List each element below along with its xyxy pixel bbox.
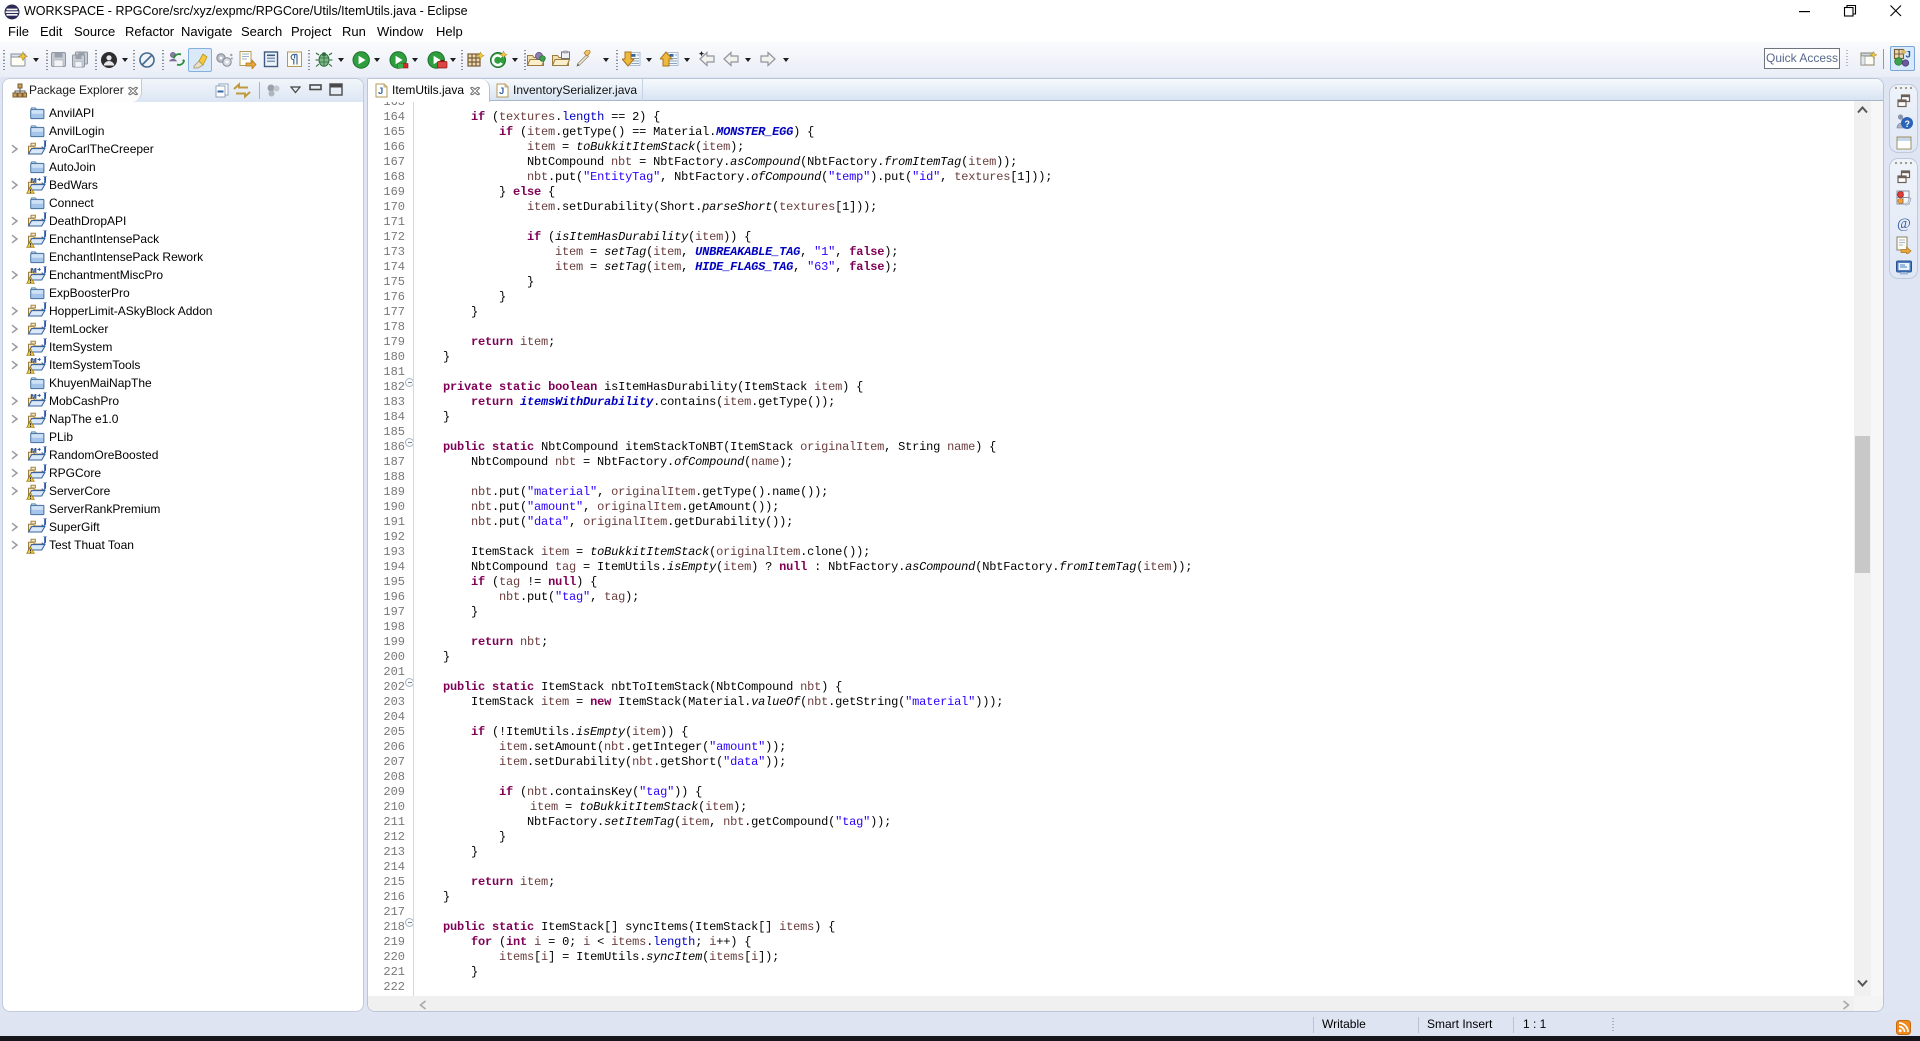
svg-text:M: M bbox=[31, 266, 37, 275]
svg-text:M: M bbox=[31, 356, 37, 365]
svg-text:M: M bbox=[31, 176, 37, 185]
svg-text:J: J bbox=[41, 536, 47, 547]
svg-text:J: J bbox=[41, 446, 47, 457]
svg-text:?: ? bbox=[1905, 119, 1911, 129]
svg-text:J: J bbox=[41, 140, 47, 151]
svg-text:@: @ bbox=[1897, 216, 1911, 231]
svg-text:J: J bbox=[499, 86, 504, 97]
svg-text:J: J bbox=[41, 410, 47, 421]
svg-text:J: J bbox=[41, 482, 47, 493]
svg-text:J: J bbox=[41, 392, 47, 403]
svg-text:J: J bbox=[378, 86, 383, 97]
svg-text:M: M bbox=[31, 446, 37, 455]
svg-text:J: J bbox=[41, 176, 47, 187]
svg-text:J: J bbox=[41, 320, 47, 331]
svg-text:J: J bbox=[41, 266, 47, 277]
svg-text:J: J bbox=[41, 302, 47, 313]
svg-text:J: J bbox=[41, 212, 47, 223]
svg-text:J: J bbox=[41, 356, 47, 367]
svg-text:J: J bbox=[41, 518, 47, 529]
svg-text:J: J bbox=[41, 464, 47, 475]
svg-text:J: J bbox=[41, 230, 47, 241]
svg-text:J: J bbox=[41, 338, 47, 349]
svg-text:M: M bbox=[31, 392, 37, 401]
svg-text:J: J bbox=[1906, 50, 1911, 61]
